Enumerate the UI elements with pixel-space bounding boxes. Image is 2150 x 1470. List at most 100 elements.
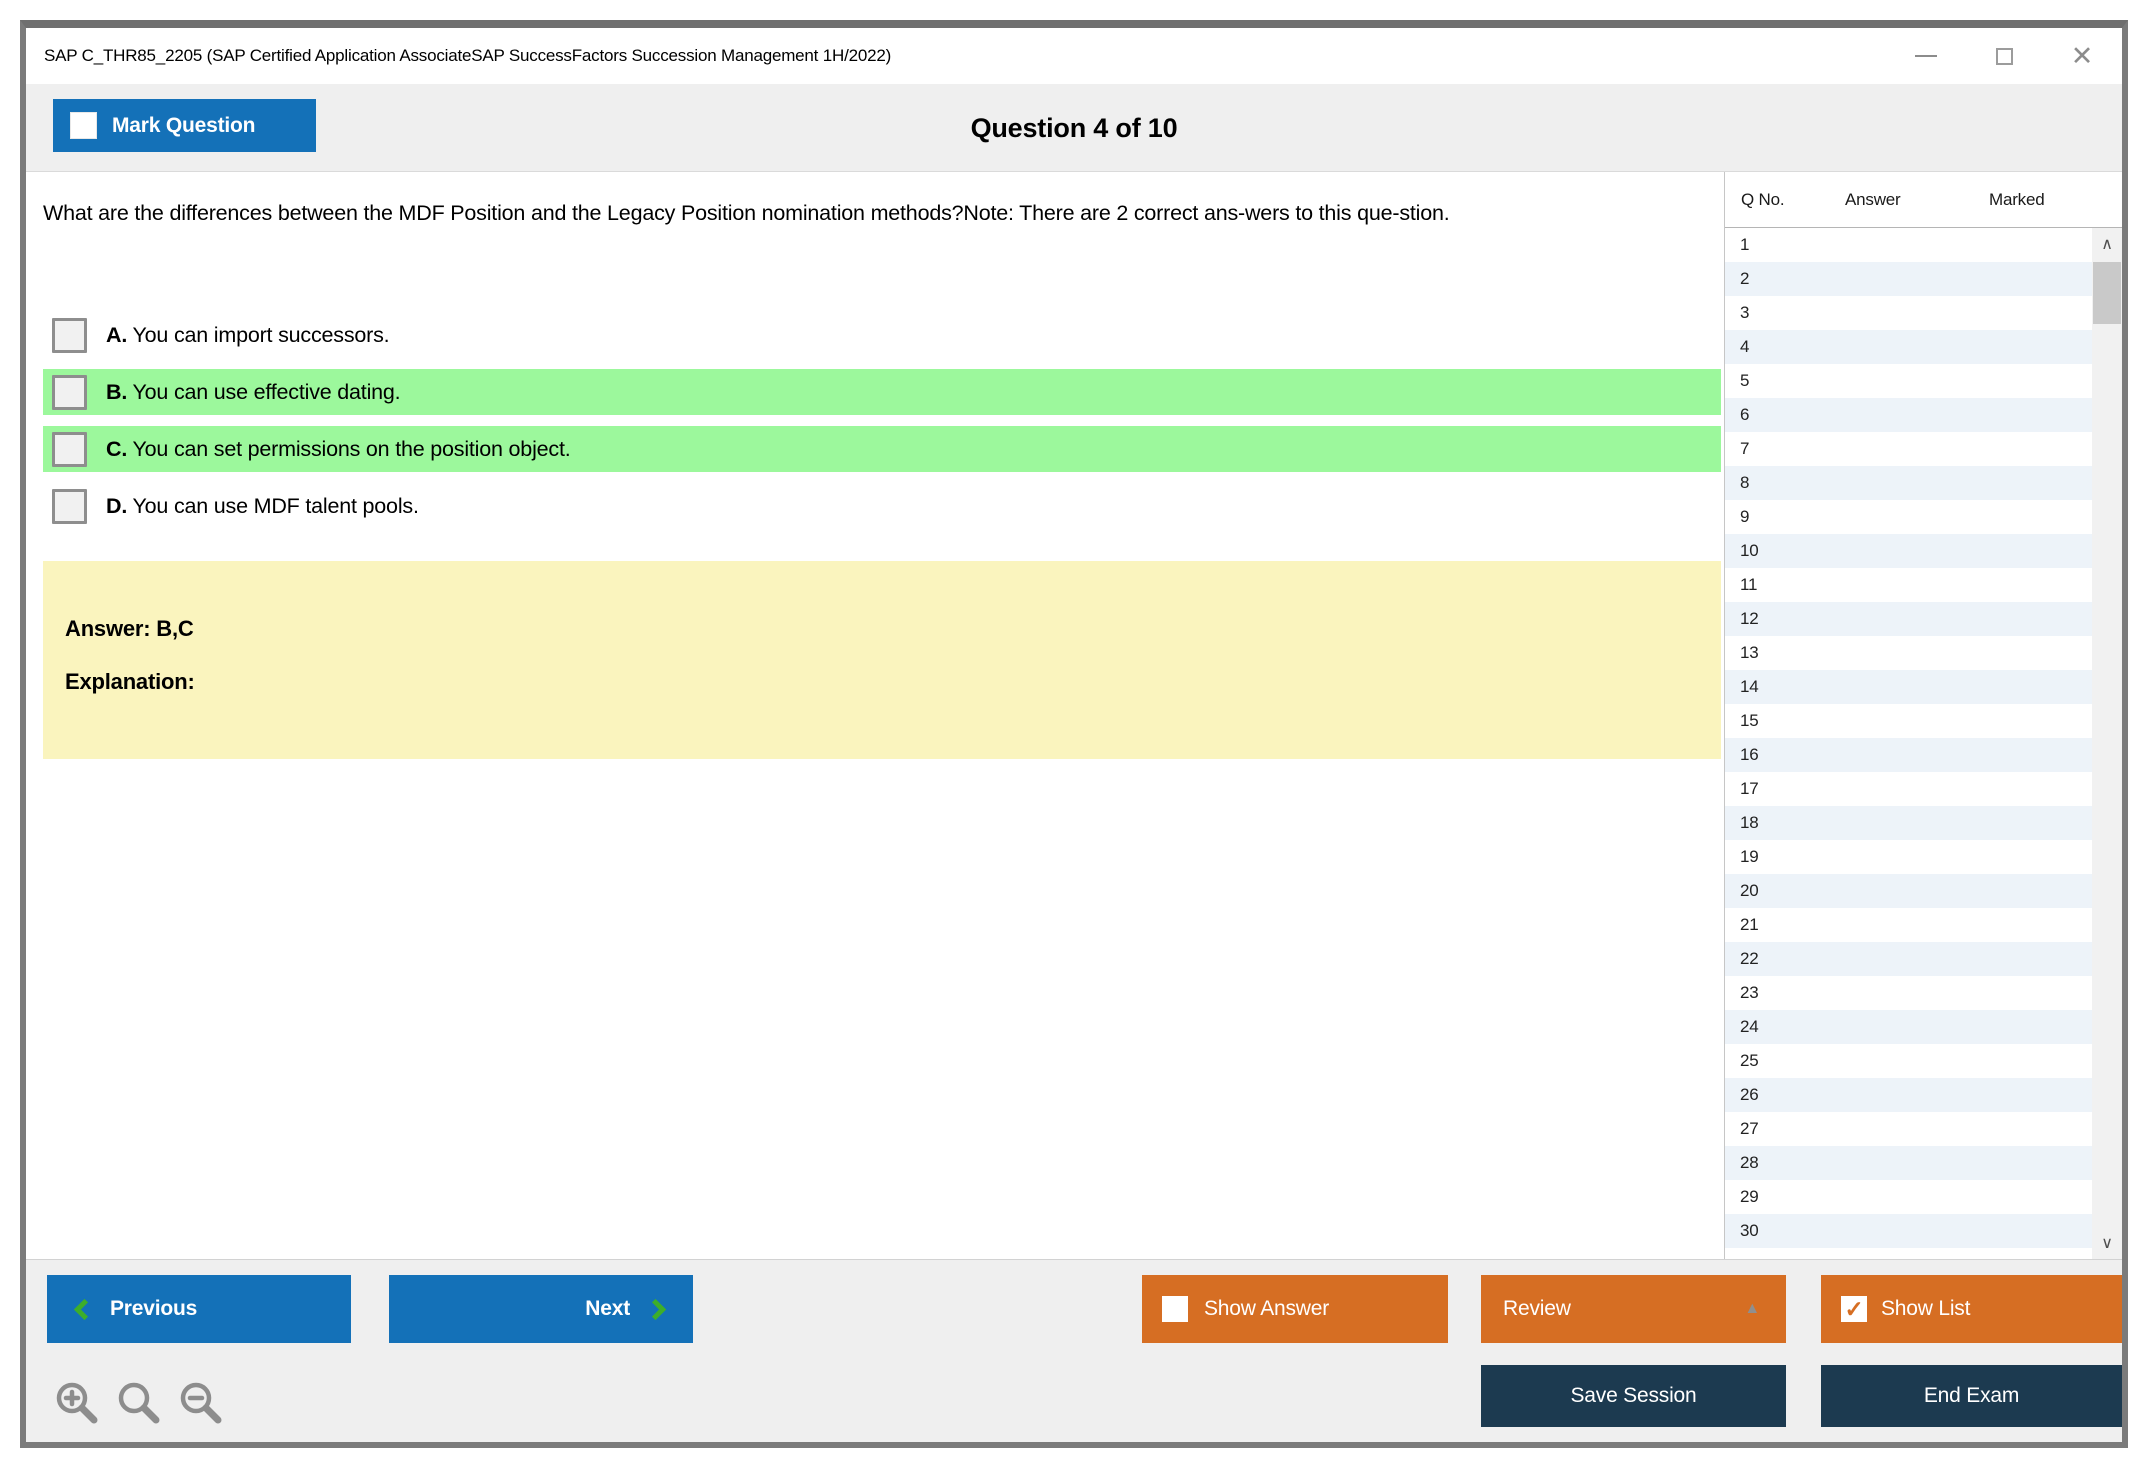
question-list-row[interactable]: 15 [1725, 704, 2092, 738]
mark-question-button[interactable]: Mark Question [53, 99, 316, 152]
cell-qno: 26 [1740, 1085, 1759, 1104]
next-button[interactable]: Next [389, 1275, 693, 1343]
show-answer-checkbox[interactable] [1162, 1296, 1188, 1322]
question-list-row[interactable]: 23 [1725, 976, 2092, 1010]
question-list-row[interactable]: 20 [1725, 874, 2092, 908]
magnifier-minus-icon [180, 1382, 222, 1424]
question-list-scrollbar[interactable]: ∧ ∨ [2092, 228, 2122, 1259]
save-session-label: Save Session [1570, 1384, 1697, 1407]
question-list-row[interactable]: 17 [1725, 772, 2092, 806]
question-counter: Question 4 of 10 [970, 113, 1178, 143]
option-checkbox[interactable] [52, 317, 87, 353]
content-area: What are the differences between the MDF… [26, 172, 2122, 1259]
question-list-row[interactable]: 10 [1725, 534, 2092, 568]
question-list-row[interactable]: 19 [1725, 840, 2092, 874]
question-list-row[interactable]: 18 [1725, 806, 2092, 840]
cell-qno: 16 [1740, 745, 1759, 764]
question-list-row[interactable]: 1 [1725, 228, 2092, 262]
question-list-row[interactable]: 27 [1725, 1112, 2092, 1146]
magnifier-plus-icon [56, 1382, 98, 1424]
question-text: What are the differences between the MDF… [43, 201, 1450, 225]
minimize-button[interactable] [1912, 42, 1940, 70]
option-checkbox[interactable] [52, 374, 87, 410]
zoom-out-button[interactable] [176, 1378, 226, 1428]
cell-qno: 5 [1740, 371, 1750, 390]
window-title: SAP C_THR85_2205 (SAP Certified Applicat… [44, 46, 892, 65]
exam-window: SAP C_THR85_2205 (SAP Certified Applicat… [20, 20, 2128, 1448]
question-list-row[interactable]: 14 [1725, 670, 2092, 704]
question-list-row[interactable]: 29 [1725, 1180, 2092, 1214]
cell-qno: 3 [1740, 303, 1750, 322]
option-letter: D. [106, 493, 128, 518]
review-button[interactable]: Review ▲ [1481, 1275, 1786, 1343]
footer-bar: Previous Next Show Answer Review ▲ ✓ Sho… [26, 1259, 2122, 1442]
question-list-row[interactable]: 30 [1725, 1214, 2092, 1248]
question-list-row[interactable]: 12 [1725, 602, 2092, 636]
option-c[interactable]: C. You can set permissions on the positi… [43, 426, 1721, 472]
mark-question-checkbox[interactable] [70, 112, 97, 139]
chevron-down-icon: ∨ [2101, 1235, 2113, 1252]
show-list-checkbox[interactable]: ✓ [1841, 1296, 1867, 1322]
question-list-row[interactable]: 26 [1725, 1078, 2092, 1112]
option-text: You can use effective dating. [132, 379, 401, 404]
next-label: Next [585, 1297, 630, 1320]
cell-qno: 28 [1740, 1153, 1759, 1172]
cell-qno: 17 [1740, 779, 1759, 798]
options-list: A. You can import successors. B. You can… [43, 312, 1721, 540]
question-list-row[interactable]: 11 [1725, 568, 2092, 602]
show-list-label: Show List [1881, 1297, 1971, 1320]
scrollbar-thumb[interactable] [2093, 262, 2121, 324]
cell-qno: 27 [1740, 1119, 1759, 1138]
question-list-row[interactable]: 28 [1725, 1146, 2092, 1180]
question-list-panel: Q No. Answer Marked 1 2 3 4 5 6 7 8 9 10… [1724, 172, 2122, 1259]
question-list-row[interactable]: 3 [1725, 296, 2092, 330]
option-checkbox[interactable] [52, 431, 87, 467]
question-list-row[interactable]: 24 [1725, 1010, 2092, 1044]
question-list-row[interactable]: 4 [1725, 330, 2092, 364]
cell-qno: 12 [1740, 609, 1759, 628]
chevron-up-icon: ∧ [2101, 236, 2113, 253]
cell-qno: 8 [1740, 473, 1750, 492]
cell-qno: 30 [1740, 1221, 1759, 1240]
question-list-row[interactable]: 25 [1725, 1044, 2092, 1078]
question-list-row[interactable]: 6 [1725, 398, 2092, 432]
cell-qno: 20 [1740, 881, 1759, 900]
question-list-row[interactable]: 2 [1725, 262, 2092, 296]
option-text: You can import successors. [132, 322, 390, 347]
question-list-row[interactable]: 13 [1725, 636, 2092, 670]
question-list-row[interactable]: 8 [1725, 466, 2092, 500]
question-list-row[interactable]: 9 [1725, 500, 2092, 534]
question-area: What are the differences between the MDF… [26, 172, 1724, 1259]
cell-qno: 7 [1740, 439, 1750, 458]
review-label: Review [1503, 1297, 1571, 1320]
end-exam-button[interactable]: End Exam [1821, 1365, 2122, 1427]
previous-button[interactable]: Previous [47, 1275, 351, 1343]
option-d[interactable]: D. You can use MDF talent pools. [43, 483, 1721, 529]
question-list-row[interactable]: 5 [1725, 364, 2092, 398]
magnifier-icon [118, 1382, 160, 1424]
cell-qno: 24 [1740, 1017, 1759, 1036]
question-list-row[interactable]: 22 [1725, 942, 2092, 976]
scroll-up-button[interactable]: ∧ [2092, 228, 2122, 260]
maximize-button[interactable] [1990, 42, 2018, 70]
option-letter: C. [106, 436, 128, 461]
show-list-button[interactable]: ✓ Show List [1821, 1275, 2122, 1343]
option-a[interactable]: A. You can import successors. [43, 312, 1721, 358]
close-button[interactable]: ✕ [2068, 42, 2096, 70]
option-checkbox[interactable] [52, 488, 87, 524]
question-list-rows: 1 2 3 4 5 6 7 8 9 10 11 12 13 14 15 16 1… [1725, 228, 2092, 1259]
close-icon: ✕ [2070, 40, 2094, 71]
cell-qno: 6 [1740, 405, 1750, 424]
question-list-row[interactable]: 7 [1725, 432, 2092, 466]
zoom-reset-button[interactable] [114, 1378, 164, 1428]
cell-qno: 15 [1740, 711, 1759, 730]
save-session-button[interactable]: Save Session [1481, 1365, 1786, 1427]
question-list-row[interactable]: 16 [1725, 738, 2092, 772]
column-header-marked: Marked [1989, 190, 2045, 209]
show-answer-button[interactable]: Show Answer [1142, 1275, 1448, 1343]
option-letter: B. [106, 379, 128, 404]
zoom-in-button[interactable] [52, 1378, 102, 1428]
question-list-row[interactable]: 21 [1725, 908, 2092, 942]
scroll-down-button[interactable]: ∨ [2092, 1227, 2122, 1259]
option-b[interactable]: B. You can use effective dating. [43, 369, 1721, 415]
